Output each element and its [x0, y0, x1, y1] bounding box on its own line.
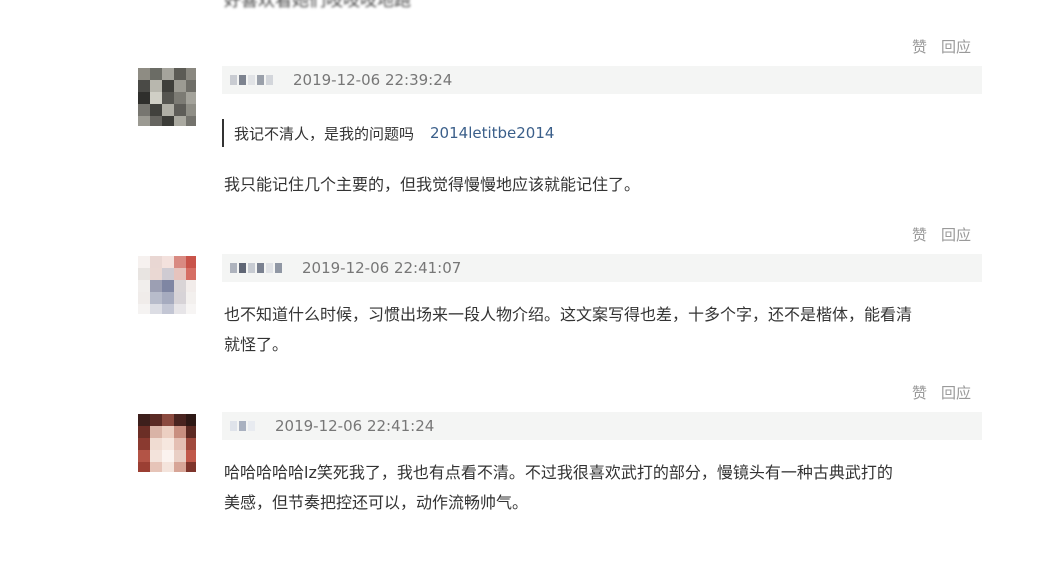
quoted-reply: 我记不清人，是我的问题吗 2014letitbe2014	[222, 119, 554, 147]
username-blurred[interactable]	[230, 75, 273, 85]
comment-timestamp: 2019-12-06 22:41:07	[302, 259, 462, 277]
username-blurred[interactable]	[230, 421, 255, 431]
reply-button[interactable]: 回应	[941, 36, 971, 57]
comment-text: 我只能记住几个主要的，但我觉得慢慢地应该就能记住了。	[224, 175, 641, 194]
quoted-author-link[interactable]: 2014letitbe2014	[430, 124, 554, 142]
avatar[interactable]	[138, 414, 196, 472]
comment-text-line: 哈哈哈哈哈lz笑死我了，我也有点看不清。不过我很喜欢武打的部分，慢镜头有一种古典…	[224, 463, 893, 482]
avatar[interactable]	[138, 256, 196, 314]
comment-text-line: 就怪了。	[224, 335, 289, 354]
comment-actions: 赞 回应	[912, 224, 971, 245]
like-button[interactable]: 赞	[912, 382, 927, 403]
reply-button[interactable]: 回应	[941, 224, 971, 245]
username-blurred[interactable]	[230, 263, 282, 273]
comment-text-line: 美感，但节奏把控还可以，动作流畅帅气。	[224, 493, 529, 512]
quoted-text: 我记不清人，是我的问题吗	[234, 124, 415, 143]
comment-timestamp: 2019-12-06 22:41:24	[275, 417, 435, 435]
previous-comment-actions: 赞 回应	[912, 36, 971, 57]
comment-text: 也不知道什么时候，习惯出场来一段人物介绍。这文案写得也差，十多个字，还不是楷体，…	[224, 300, 984, 360]
comment-header: 2019-12-06 22:39:24	[222, 66, 982, 94]
avatar[interactable]	[138, 68, 196, 126]
comment-timestamp: 2019-12-06 22:39:24	[293, 71, 453, 89]
comment-text-line: 也不知道什么时候，习惯出场来一段人物介绍。这文案写得也差，十多个字，还不是楷体，…	[224, 305, 913, 324]
like-button[interactable]: 赞	[912, 224, 927, 245]
comment-header: 2019-12-06 22:41:24	[222, 412, 982, 440]
comment-thread: 好喜欢看她们吱吱吱地跑 赞 回应 2019-12-06 22:39:24 我记不…	[0, 0, 1046, 564]
previous-comment-text: 好喜欢看她们吱吱吱地跑	[224, 0, 411, 11]
like-button[interactable]: 赞	[912, 36, 927, 57]
comment-text: 哈哈哈哈哈lz笑死我了，我也有点看不清。不过我很喜欢武打的部分，慢镜头有一种古典…	[224, 458, 984, 518]
reply-button[interactable]: 回应	[941, 382, 971, 403]
comment-header: 2019-12-06 22:41:07	[222, 254, 982, 282]
comment-actions: 赞 回应	[912, 382, 971, 403]
